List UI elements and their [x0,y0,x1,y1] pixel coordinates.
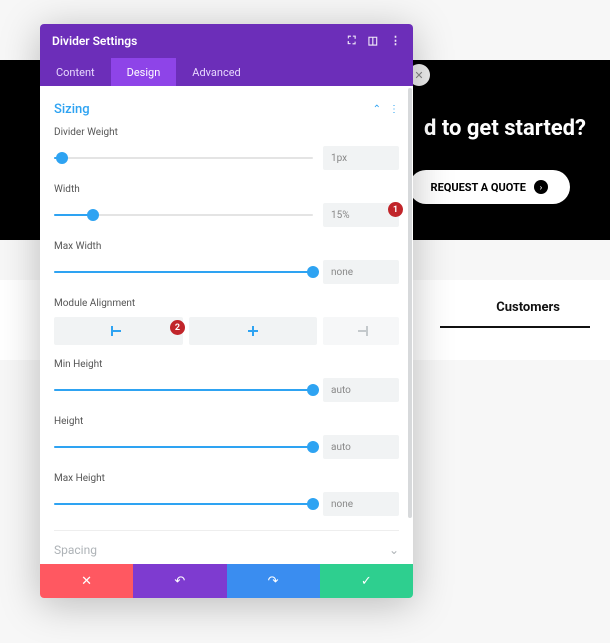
minheight-slider[interactable] [54,382,313,398]
label: Divider Weight [54,127,399,138]
panel-title: Divider Settings [52,34,137,48]
chevron-down-icon: ⌄ [389,543,399,557]
label: Height [54,416,399,427]
label: Min Height [54,359,399,370]
align-left-button[interactable] [54,317,183,345]
align-center-button[interactable] [189,317,318,345]
tab-advanced[interactable]: Advanced [176,58,256,86]
panel-footer: ✕ ↶ ↷ ✓ [40,564,413,598]
divider-line [440,326,590,328]
undo-button[interactable]: ↶ [133,564,226,598]
height-slider[interactable] [54,439,313,455]
section-spacing[interactable]: Spacing ⌄ [54,530,399,564]
scrollbar[interactable] [408,88,412,518]
quote-label: REQUEST A QUOTE [431,181,526,194]
label: Width [54,184,399,195]
maxwidth-slider[interactable] [54,264,313,280]
height-input[interactable] [323,435,399,459]
menu-icon[interactable]: ⋮ [390,34,401,48]
chevron-up-icon[interactable]: ⌃ [373,104,381,115]
field-width: Width 1 [54,184,399,227]
maxheight-slider[interactable] [54,496,313,512]
columns-icon[interactable]: ◫ [368,34,378,48]
request-quote-button[interactable]: REQUEST A QUOTE › [409,170,570,204]
settings-panel: Divider Settings ⛶ ◫ ⋮ Content Design Ad… [40,24,413,598]
expand-icon[interactable]: ⛶ [348,34,356,48]
label: Max Height [54,473,399,484]
section-sizing-header[interactable]: Sizing ⌃ ⋮ [54,96,399,127]
hero-headline: d to get started? [424,116,586,141]
cancel-button[interactable]: ✕ [40,564,133,598]
width-slider[interactable] [54,207,313,223]
section-title: Sizing [54,102,90,117]
field-min-height: Min Height [54,359,399,402]
redo-button[interactable]: ↷ [227,564,320,598]
field-height: Height [54,416,399,459]
minheight-input[interactable] [323,378,399,402]
save-button[interactable]: ✓ [320,564,413,598]
weight-slider[interactable] [54,150,313,166]
maxheight-input[interactable] [323,492,399,516]
field-max-width: Max Width [54,241,399,284]
weight-input[interactable] [323,146,399,170]
field-divider-weight: Divider Weight [54,127,399,170]
callout-badge-1: 1 [388,202,403,217]
tab-design[interactable]: Design [111,58,177,86]
maxwidth-input[interactable] [323,260,399,284]
section-label: Spacing [54,543,97,557]
tab-content[interactable]: Content [40,58,111,86]
align-right-button[interactable] [323,317,399,345]
arrow-icon: › [534,180,548,194]
field-max-height: Max Height [54,473,399,516]
panel-body: Sizing ⌃ ⋮ Divider Weight Width [40,86,413,564]
customers-heading: Customers [496,300,560,315]
label: Module Alignment [54,298,399,309]
panel-header: Divider Settings ⛶ ◫ ⋮ [40,24,413,58]
field-alignment: Module Alignment 2 [54,298,399,345]
label: Max Width [54,241,399,252]
callout-badge-2: 2 [170,320,185,335]
section-menu-icon[interactable]: ⋮ [389,104,399,115]
tab-bar: Content Design Advanced [40,58,413,86]
